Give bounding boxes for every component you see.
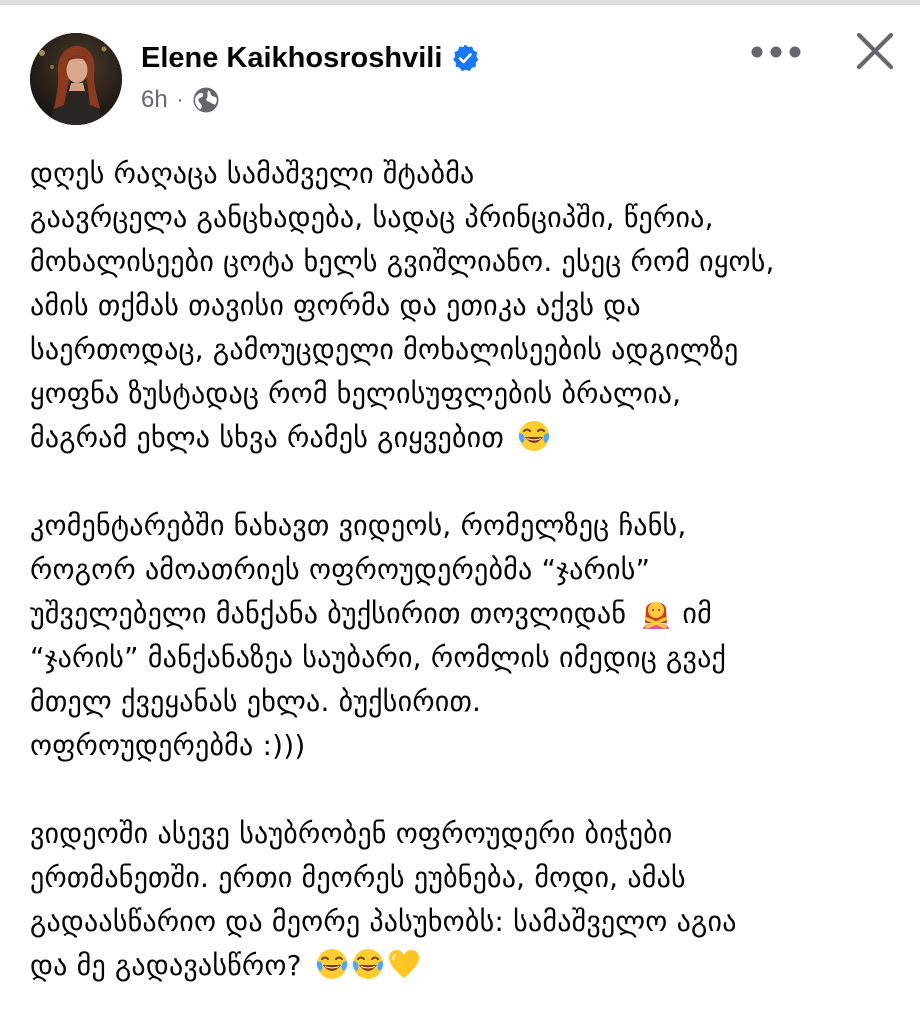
text-line-with-emoji: და მე გადავასწრო? [30, 944, 905, 988]
text-line: მთელ ქვეყანას ეხლა. ბუქსირით. [30, 685, 482, 718]
text-line: ყოფნა ზუსტადაც რომ ხელისუფლების ბრალია, [30, 377, 682, 410]
more-options-button[interactable] [744, 28, 808, 76]
text-line: კომენტარებში ნახავთ ვიდეოს, რომელზეც ჩან… [30, 509, 687, 542]
post-meta: 6h · [141, 84, 220, 116]
author-name[interactable]: Elene Kaikhosroshvili [141, 42, 442, 75]
verified-badge-icon [450, 43, 480, 73]
text-line: ოფროუდერებმა :))) [30, 729, 306, 762]
text-line: “ჯარის” მანქანაზეა საუბარი, რომლის იმედი… [30, 641, 727, 674]
text-line-text: და მე გადავასწრო? [30, 949, 302, 982]
text-line-with-emoji: უშველებელი მანქანა ბუქსირით თოვლიდან იმ [30, 592, 905, 636]
text-line: დღეს რაღაცა სამაშველი შტაბმა [30, 157, 475, 190]
face-with-tears-of-joy-icon [352, 949, 383, 979]
text-line: საერთოდაც, გამოუცდელი მოხალისეების ადგილ… [30, 333, 739, 366]
text-line: მოხალისეები ცოტა ხელს გვიშლიანო. ესეც რო… [30, 245, 775, 278]
close-icon [856, 32, 894, 70]
text-line-text: უშველებელი მანქანა ბუქსირით თოვლიდან [30, 597, 627, 630]
text-line: როგორ ამოათრიეს ოფროუდერებმა “ჯარის” [30, 553, 651, 586]
meta-separator: · [176, 88, 184, 111]
text-line-suffix: იმ [682, 597, 712, 630]
avatar-photo [30, 33, 122, 125]
text-line-text: მაგრამ ეხლა სხვა რამეს გიყვებით [30, 421, 504, 454]
post-text: დღეს რაღაცა სამაშველი შტაბმა გაავრცელა გ… [30, 152, 905, 988]
text-line: გადაასწარიო და მეორე პასუხობს: სამაშველო… [30, 905, 737, 938]
face-with-tears-of-joy-icon [518, 421, 550, 451]
text-line: გაავრცელა განცხადება, სადაც პრინციპში, წ… [30, 201, 714, 234]
woman-gesturing-no-icon [643, 602, 670, 629]
text-line: ერთმანეთში. ერთი მეორეს ეუბნება, მოდი, ა… [30, 861, 686, 894]
close-button[interactable] [846, 22, 904, 80]
face-with-tears-of-joy-icon [316, 949, 347, 979]
text-line: ამის თქმას თავისი ფორმა და ეთიკა აქვს და [30, 289, 641, 322]
post-paragraph-1: დღეს რაღაცა სამაშველი შტაბმა გაავრცელა გ… [30, 152, 905, 460]
yellow-heart-icon [388, 950, 419, 978]
post-paragraph-3: ვიდეოში ასევე საუბრობენ ოფროუდერი ბიჭები… [30, 812, 905, 988]
globe-icon[interactable] [192, 86, 220, 114]
author-line: Elene Kaikhosroshvili [141, 38, 480, 78]
author-avatar[interactable] [30, 33, 122, 125]
text-line: ვიდეოში ასევე საუბრობენ ოფროუდერი ბიჭები [30, 817, 673, 850]
more-options-icon [751, 46, 801, 58]
post-header: Elene Kaikhosroshvili 6h · [0, 0, 920, 140]
post-paragraph-2: კომენტარებში ნახავთ ვიდეოს, რომელზეც ჩან… [30, 504, 905, 768]
post-timestamp[interactable]: 6h [141, 86, 168, 114]
text-line-with-emoji: მაგრამ ეხლა სხვა რამეს გიყვებით [30, 416, 905, 460]
